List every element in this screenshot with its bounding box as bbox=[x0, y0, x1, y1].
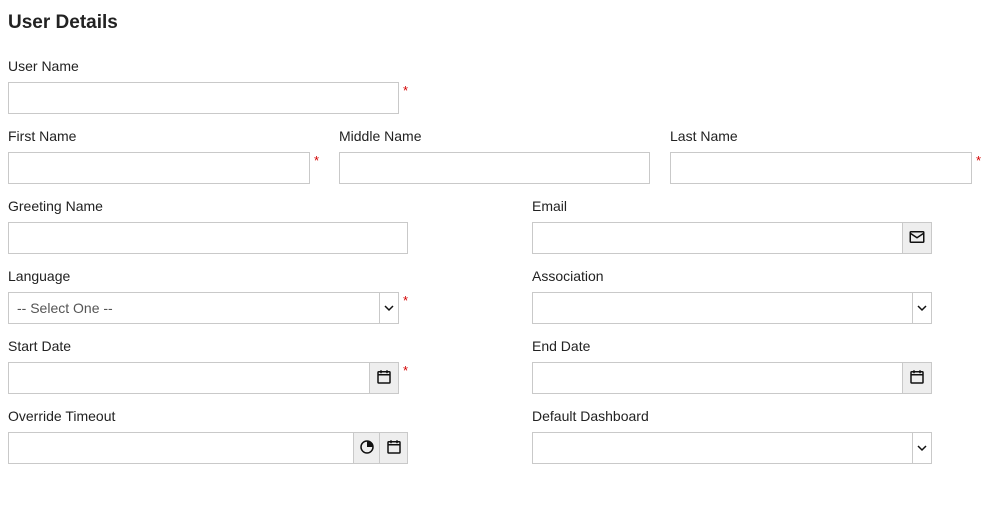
greeting-name-label: Greeting Name bbox=[8, 198, 408, 214]
first-name-input[interactable] bbox=[8, 152, 310, 184]
first-name-label: First Name bbox=[8, 128, 319, 144]
end-date-picker-button[interactable] bbox=[902, 362, 932, 394]
required-mark: * bbox=[314, 154, 319, 167]
middle-name-label: Middle Name bbox=[339, 128, 650, 144]
calendar-icon bbox=[385, 438, 403, 459]
start-date-input[interactable] bbox=[8, 362, 369, 394]
envelope-icon bbox=[908, 228, 926, 249]
start-date-label: Start Date bbox=[8, 338, 408, 354]
start-date-picker-button[interactable] bbox=[369, 362, 399, 394]
language-select[interactable]: -- Select One -- bbox=[8, 292, 399, 324]
middle-name-input[interactable] bbox=[339, 152, 650, 184]
user-details-form: User Name * First Name * Middle Name Las… bbox=[8, 58, 998, 464]
email-icon-button[interactable] bbox=[902, 222, 932, 254]
end-date-input[interactable] bbox=[532, 362, 902, 394]
last-name-input[interactable] bbox=[670, 152, 972, 184]
default-dashboard-label: Default Dashboard bbox=[532, 408, 932, 424]
email-input[interactable] bbox=[532, 222, 902, 254]
user-name-label: User Name bbox=[8, 58, 408, 74]
override-date-button[interactable] bbox=[380, 432, 408, 464]
user-name-input[interactable] bbox=[8, 82, 399, 114]
required-mark: * bbox=[403, 294, 408, 307]
override-timeout-input[interactable] bbox=[8, 432, 353, 464]
timelapse-icon bbox=[358, 438, 376, 459]
page-title: User Details bbox=[8, 12, 998, 34]
calendar-icon bbox=[908, 368, 926, 389]
required-mark: * bbox=[403, 84, 408, 97]
greeting-name-input[interactable] bbox=[8, 222, 408, 254]
required-mark: * bbox=[403, 364, 408, 377]
calendar-icon bbox=[375, 368, 393, 389]
end-date-label: End Date bbox=[532, 338, 932, 354]
language-label: Language bbox=[8, 268, 408, 284]
email-label: Email bbox=[532, 198, 932, 214]
override-time-button[interactable] bbox=[353, 432, 381, 464]
association-label: Association bbox=[532, 268, 932, 284]
association-select[interactable] bbox=[532, 292, 932, 324]
override-timeout-label: Override Timeout bbox=[8, 408, 408, 424]
last-name-label: Last Name bbox=[670, 128, 981, 144]
default-dashboard-select[interactable] bbox=[532, 432, 932, 464]
required-mark: * bbox=[976, 154, 981, 167]
